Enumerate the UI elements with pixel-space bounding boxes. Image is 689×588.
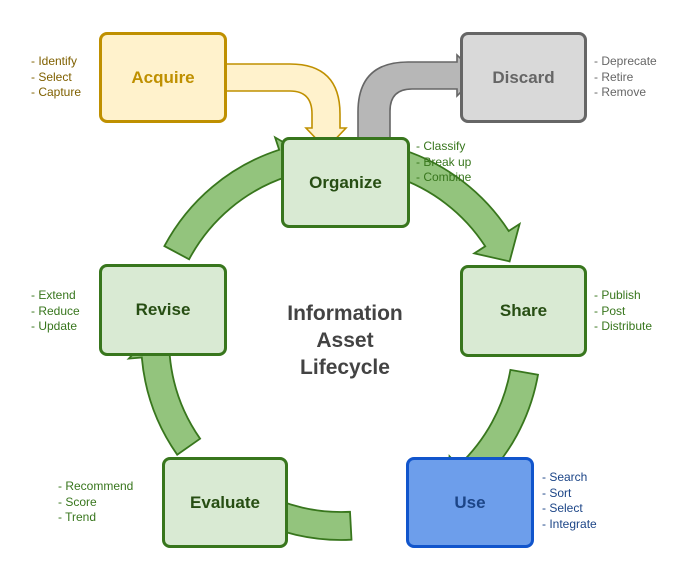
- note-item: - Integrate: [542, 516, 597, 531]
- title-line: Asset: [316, 329, 374, 352]
- notes-use: - Search - Sort - Select - Integrate: [542, 470, 597, 532]
- stage-use-label: Use: [454, 492, 486, 512]
- stage-acquire-label: Acquire: [131, 67, 195, 87]
- stage-share: Share: [460, 265, 587, 357]
- note-item: - Recommend: [58, 479, 134, 493]
- note-item: - Capture: [31, 85, 82, 99]
- stage-discard: Discard: [460, 32, 587, 123]
- notes-discard: - Deprecate - Retire - Remove: [594, 54, 657, 101]
- note-item: - Search: [542, 470, 588, 484]
- stage-acquire: Acquire: [99, 32, 227, 123]
- note-item: - Post: [594, 303, 626, 318]
- note-item: - Break up: [416, 154, 472, 169]
- note-item: - Select: [31, 69, 72, 84]
- stage-evaluate: Evaluate: [162, 457, 288, 548]
- note-item: - Identify: [31, 54, 78, 68]
- note-item: - Remove: [594, 85, 647, 99]
- note-item: - Retire: [594, 69, 634, 84]
- stage-evaluate-label: Evaluate: [190, 492, 260, 512]
- notes-organize: - Classify - Break up - Combine: [416, 139, 471, 186]
- note-item: - Publish: [594, 288, 641, 302]
- stage-organize-label: Organize: [309, 172, 382, 192]
- title-line: Information: [287, 302, 403, 325]
- notes-share: - Publish - Post - Distribute: [594, 288, 652, 335]
- note-item: - Score: [58, 494, 97, 509]
- note-item: - Deprecate: [594, 54, 657, 68]
- note-item: - Trend: [58, 510, 97, 524]
- note-item: - Update: [31, 319, 78, 333]
- note-item: - Extend: [31, 288, 76, 302]
- note-item: - Reduce: [31, 303, 80, 318]
- stage-revise: Revise: [99, 264, 227, 356]
- stage-share-label: Share: [499, 301, 548, 320]
- note-item: - Sort: [542, 485, 572, 500]
- note-item: - Select: [542, 501, 583, 515]
- stage-organize: Organize: [281, 137, 410, 228]
- lifecycle-diagram: Acquire - Identify - Select - Capture Di…: [0, 0, 689, 588]
- stage-use: Use: [406, 457, 534, 548]
- stage-revise-label: Revise: [135, 300, 191, 319]
- notes-acquire: - Identify - Select - Capture: [31, 54, 81, 101]
- notes-evaluate: - Recommend - Score - Trend: [58, 479, 133, 526]
- note-item: - Combine: [416, 170, 472, 184]
- title-line: Lifecycle: [300, 356, 390, 379]
- diagram-title: Information Asset Lifecycle: [255, 300, 435, 381]
- note-item: - Distribute: [594, 319, 653, 333]
- stage-discard-label: Discard: [492, 67, 555, 87]
- note-item: - Classify: [416, 139, 466, 153]
- notes-revise: - Extend - Reduce - Update: [31, 288, 80, 335]
